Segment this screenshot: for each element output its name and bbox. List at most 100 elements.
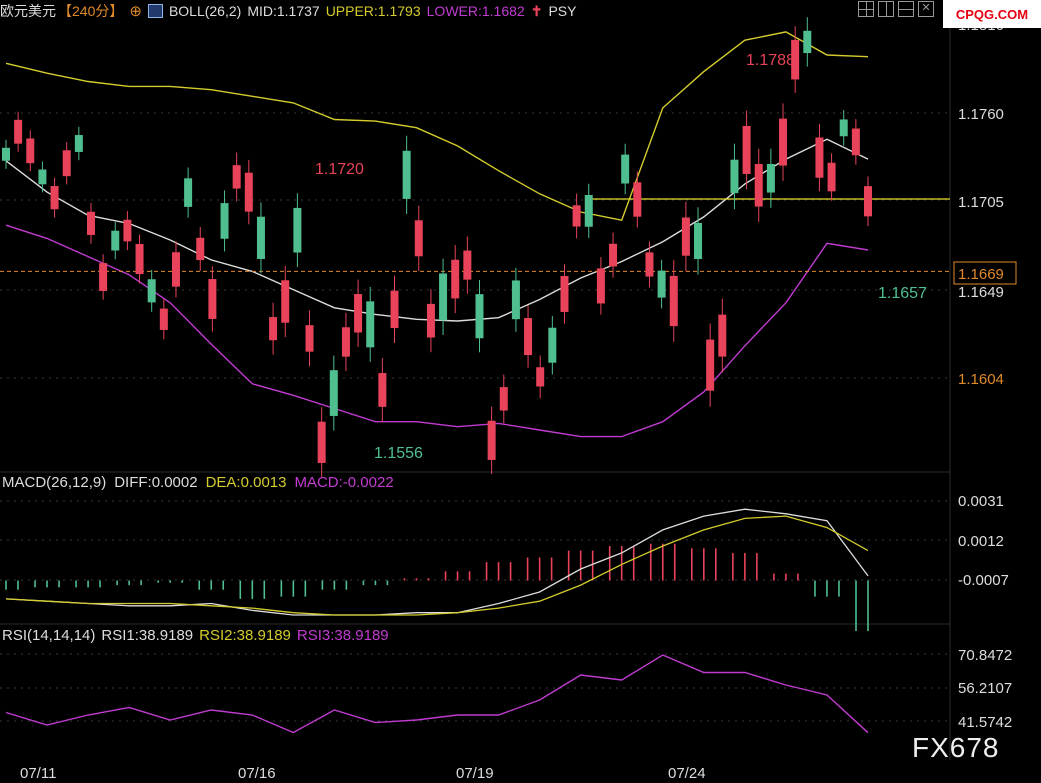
x-label: 07/11 — [20, 765, 56, 782]
period-label[interactable]: 【240分】 — [58, 1, 123, 21]
cpqg-logo: CPQG.COM — [943, 0, 1041, 28]
candle-body — [548, 327, 557, 363]
grid-icon[interactable] — [858, 1, 874, 17]
candle-body — [475, 294, 484, 339]
boll-label: BOLL(26,2) — [168, 3, 242, 19]
candle-body — [111, 230, 120, 251]
price-tick: 1.1760 — [958, 106, 1004, 123]
candle-body — [14, 119, 23, 144]
candle-body — [232, 165, 241, 189]
symbol-label: 欧元美元 — [0, 3, 56, 19]
axis-labels: 1.17601.17051.16491.16041.18161.16690.00… — [20, 17, 1017, 782]
boll-header: 欧元美元 【240分】 ⊕ BOLL(26,2) MID:1.1737 UPPE… — [0, 0, 576, 22]
diff-value: DIFF:0.0002 — [114, 474, 198, 491]
candle-body — [754, 164, 763, 207]
candle-body — [803, 30, 812, 54]
dea-line — [5, 515, 869, 616]
candle-body — [293, 207, 302, 253]
high-label: 1.1788 — [746, 52, 795, 69]
split-icon[interactable] — [898, 1, 914, 17]
candle-body — [184, 178, 193, 207]
candle-body — [123, 219, 132, 242]
boll-lower-line — [5, 224, 869, 438]
candle-body — [378, 373, 387, 407]
x-label: 07/19 — [456, 765, 494, 782]
candle-body — [681, 217, 690, 256]
candle-body — [439, 273, 448, 321]
candle-body — [135, 243, 144, 275]
local-high-label: 1.1720 — [315, 161, 364, 178]
candle-body — [402, 150, 411, 199]
rsi-tick: 70.8472 — [958, 647, 1012, 664]
candle-body — [2, 147, 10, 161]
candle-body — [269, 317, 278, 341]
candle-body — [694, 222, 703, 260]
macd-header: MACD(26,12,9) DIFF:0.0002 DEA:0.0013 MAC… — [2, 474, 394, 491]
candle-body — [390, 290, 399, 329]
close-icon[interactable]: ✕ — [918, 1, 934, 17]
price-tick: 1.1705 — [958, 194, 1004, 211]
candle-body — [244, 172, 253, 212]
candle-body — [633, 182, 642, 217]
candle-body — [38, 169, 47, 185]
candle-body — [609, 243, 618, 267]
pin-icon[interactable]: ✝ — [531, 3, 543, 20]
candle-body — [220, 203, 229, 239]
window-controls: ✕ — [858, 1, 934, 17]
mid-value: MID:1.1737 — [247, 3, 320, 19]
last-low-label: 1.1657 — [878, 285, 927, 302]
candle-body — [572, 205, 581, 227]
candle-body — [524, 318, 533, 356]
candle-body — [305, 325, 314, 352]
candle-body — [560, 276, 569, 312]
candle-body — [99, 263, 108, 291]
macd-tick: -0.0007 — [958, 572, 1009, 589]
candle-body — [584, 194, 593, 227]
candle-body — [147, 279, 156, 303]
add-icon[interactable]: ⊕ — [129, 2, 142, 20]
x-label: 07/24 — [668, 765, 706, 782]
candle-body — [414, 220, 423, 257]
candle-body — [815, 137, 824, 178]
candle-body — [208, 279, 217, 319]
candle-body — [86, 211, 95, 235]
candle-body — [511, 280, 520, 320]
candle-body — [463, 250, 472, 280]
candle-body — [341, 327, 350, 357]
psy-label[interactable]: PSY — [548, 3, 576, 19]
candle-body — [718, 314, 727, 357]
candle-body — [62, 150, 71, 177]
candle-body — [779, 118, 788, 166]
rsi-tick: 41.5742 — [958, 714, 1012, 731]
macd-panel — [5, 508, 869, 632]
candle-body — [171, 252, 180, 287]
candle-body — [26, 138, 35, 164]
rsi-panel — [5, 654, 869, 734]
rsi-tick: 56.2107 — [958, 680, 1012, 697]
x-label: 07/16 — [238, 765, 276, 782]
layout-icon[interactable] — [878, 1, 894, 17]
macd-tick: 0.0031 — [958, 493, 1004, 510]
candle-body — [742, 125, 751, 175]
candle-body — [74, 135, 83, 152]
macd-value: MACD:-0.0022 — [294, 474, 394, 491]
diff-line — [5, 508, 869, 616]
candle-body — [50, 186, 59, 210]
boll-upper-line — [5, 31, 869, 222]
candle-body — [864, 186, 872, 217]
chart-canvas: 1.1788 1.1720 1.1556 1.1657 1.1760 1.1705 1.1… — [0, 0, 1017, 782]
candle-body — [499, 387, 508, 411]
candle-body — [657, 270, 666, 298]
upper-value: UPPER:1.1793 — [325, 3, 421, 19]
boll-mid-line — [5, 138, 869, 322]
boll-bands — [0, 31, 950, 438]
candle-body — [426, 303, 435, 338]
candle-body — [256, 216, 265, 259]
rsi-title: RSI(14,14,14) — [2, 627, 96, 644]
rsi2-value: RSI2:38.9189 — [199, 627, 291, 644]
chart-icon[interactable] — [147, 4, 163, 18]
candle-body — [317, 421, 326, 463]
price-tick: 1.1604 — [958, 371, 1004, 388]
candle-body — [329, 370, 338, 416]
candle-body — [596, 268, 605, 304]
